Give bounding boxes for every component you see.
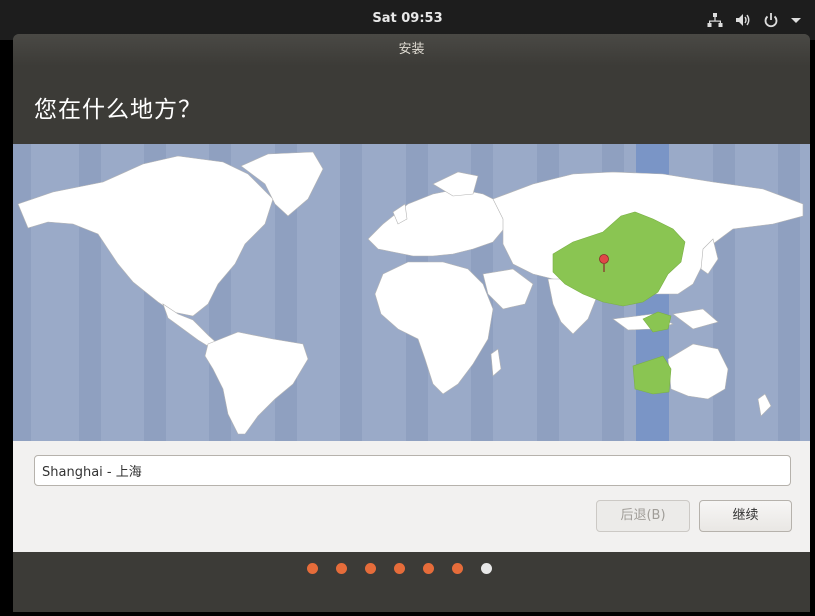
power-icon[interactable]	[763, 12, 779, 28]
network-icon[interactable]	[707, 12, 723, 28]
system-tray[interactable]	[707, 12, 801, 28]
installer-window: 安装 您在什么地方？ Shanghai - 上海 后退(B) 继续	[13, 34, 810, 612]
clock[interactable]: Sat 09:53	[0, 11, 815, 26]
menu-arrow-icon[interactable]	[791, 12, 801, 28]
world-map[interactable]	[13, 144, 810, 441]
progress-dot	[423, 563, 434, 574]
window-footer	[13, 552, 810, 612]
progress-dot	[394, 563, 405, 574]
back-button[interactable]: 后退(B)	[596, 500, 690, 532]
progress-dot	[307, 563, 318, 574]
location-input[interactable]	[34, 455, 791, 486]
progress-dot	[365, 563, 376, 574]
progress-dot	[336, 563, 347, 574]
progress-dot-current	[481, 563, 492, 574]
continue-button[interactable]: 继续	[699, 500, 792, 532]
progress-dot	[452, 563, 463, 574]
location-panel: 后退(B) 继续	[13, 441, 810, 552]
page-heading: 您在什么地方？	[34, 97, 202, 123]
progress-dots	[307, 563, 492, 574]
window-title: 安装	[13, 34, 810, 66]
timezone-map[interactable]	[13, 144, 810, 441]
volume-icon[interactable]	[735, 12, 751, 28]
